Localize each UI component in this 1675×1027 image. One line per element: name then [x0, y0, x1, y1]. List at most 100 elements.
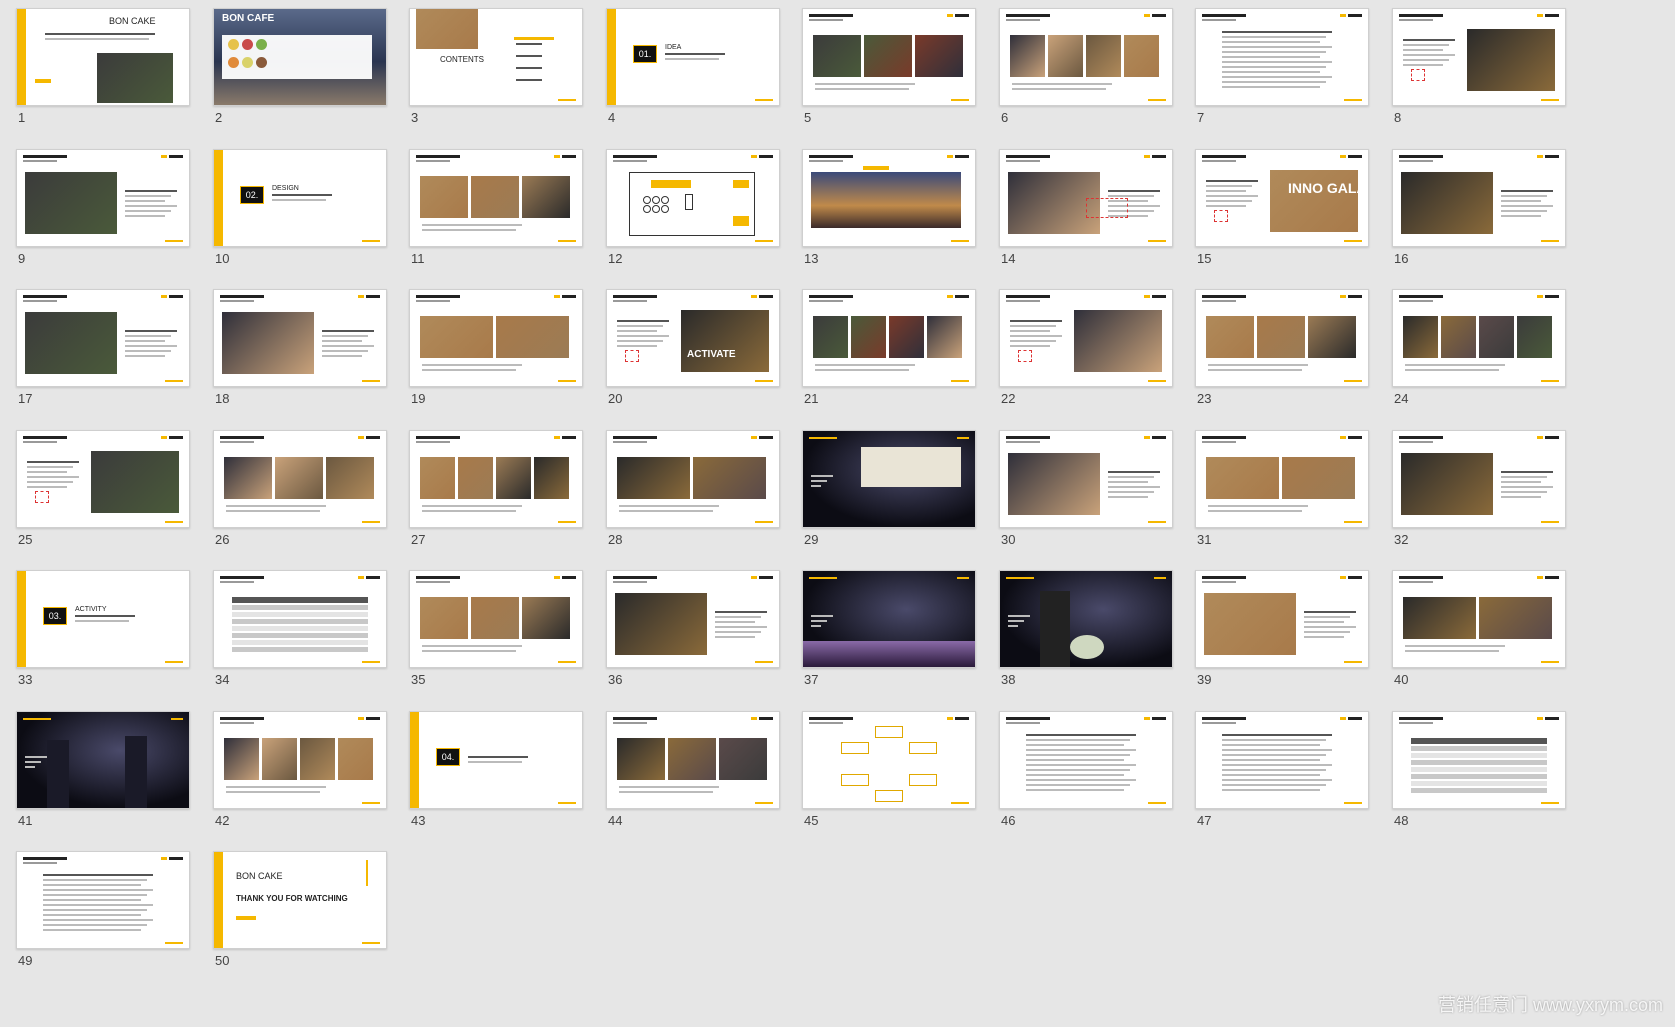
slide-thumbnail[interactable] [409, 570, 583, 668]
slide-thumbnail[interactable] [606, 430, 780, 528]
slide-thumbnail[interactable] [409, 149, 583, 247]
slide-thumbnail[interactable] [1195, 430, 1369, 528]
slide-thumbnail-cell[interactable]: ACTIVATE 20 [606, 289, 780, 406]
slide-thumbnail-cell[interactable]: 13 [802, 149, 976, 266]
slide-thumbnail-cell[interactable]: 19 [409, 289, 583, 406]
slide-thumbnail[interactable] [16, 711, 190, 809]
slide-thumbnail-cell[interactable]: 8 [1392, 8, 1566, 125]
slide-thumbnail-cell[interactable]: 29 [802, 430, 976, 547]
slide-thumbnail-cell[interactable]: BON CAFE 2 [213, 8, 387, 125]
slide-thumbnail-cell[interactable]: 25 [16, 430, 190, 547]
slide-thumbnail[interactable] [802, 430, 976, 528]
slide-thumbnail[interactable] [1392, 711, 1566, 809]
slide-thumbnail-cell[interactable]: 36 [606, 570, 780, 687]
slide-thumbnail-cell[interactable]: 35 [409, 570, 583, 687]
slide-thumbnail[interactable] [999, 570, 1173, 668]
slide-thumbnail-cell[interactable]: 49 [16, 851, 190, 968]
slide-thumbnail[interactable] [802, 8, 976, 106]
slide-thumbnail[interactable] [1392, 8, 1566, 106]
slide-thumbnail-cell[interactable]: 6 [999, 8, 1173, 125]
slide-thumbnail-cell[interactable]: 48 [1392, 711, 1566, 828]
slide-thumbnail[interactable] [1392, 149, 1566, 247]
slide-thumbnail[interactable] [999, 711, 1173, 809]
slide-thumbnail-cell[interactable]: 24 [1392, 289, 1566, 406]
slide-thumbnail-cell[interactable]: 21 [802, 289, 976, 406]
slide-thumbnail-cell[interactable]: 46 [999, 711, 1173, 828]
slide-thumbnail[interactable] [16, 289, 190, 387]
slide-thumbnail-cell[interactable]: 9 [16, 149, 190, 266]
slide-thumbnail-cell[interactable]: 42 [213, 711, 387, 828]
slide-thumbnail[interactable]: ACTIVATE [606, 289, 780, 387]
slide-thumbnail-cell[interactable]: INNO GALA 15 [1195, 149, 1369, 266]
slide-thumbnail-cell[interactable]: 39 [1195, 570, 1369, 687]
slide-thumbnail[interactable] [213, 711, 387, 809]
slide-thumbnail[interactable]: 01. IDEA [606, 8, 780, 106]
slide-thumbnail-cell[interactable]: 17 [16, 289, 190, 406]
slide-thumbnail[interactable] [802, 289, 976, 387]
slide-thumbnail[interactable] [1195, 711, 1369, 809]
slide-thumbnail[interactable] [999, 430, 1173, 528]
slide-thumbnail-cell[interactable]: 32 [1392, 430, 1566, 547]
slide-thumbnail[interactable] [1195, 289, 1369, 387]
slide-thumbnail[interactable] [213, 570, 387, 668]
slide-thumbnail-cell[interactable]: 03. ACTIVITY 33 [16, 570, 190, 687]
slide-thumbnail[interactable] [1195, 570, 1369, 668]
slide-thumbnail[interactable] [999, 8, 1173, 106]
slide-thumbnail[interactable] [16, 430, 190, 528]
slide-thumbnail-cell[interactable]: 7 [1195, 8, 1369, 125]
slide-thumbnail-cell[interactable]: 18 [213, 289, 387, 406]
slide-thumbnail[interactable] [999, 289, 1173, 387]
slide-thumbnail-cell[interactable]: 22 [999, 289, 1173, 406]
slide-thumbnail[interactable] [606, 149, 780, 247]
slide-thumbnail[interactable] [802, 711, 976, 809]
slide-thumbnail-cell[interactable]: 5 [802, 8, 976, 125]
slide-thumbnail-cell[interactable]: 45 [802, 711, 976, 828]
slide-thumbnail-cell[interactable]: 38 [999, 570, 1173, 687]
slide-thumbnail-cell[interactable]: CONTENTS 3 [409, 8, 583, 125]
slide-thumbnail[interactable]: BON CAFE [213, 8, 387, 106]
slide-thumbnail-cell[interactable]: 28 [606, 430, 780, 547]
slide-thumbnail[interactable]: 03. ACTIVITY [16, 570, 190, 668]
slide-thumbnail[interactable]: 02. DESIGN [213, 149, 387, 247]
slide-thumbnail-cell[interactable]: 44 [606, 711, 780, 828]
slide-thumbnail-cell[interactable]: 23 [1195, 289, 1369, 406]
slide-thumbnail-cell[interactable]: 34 [213, 570, 387, 687]
slide-thumbnail[interactable] [802, 149, 976, 247]
slide-thumbnail[interactable] [16, 851, 190, 949]
slide-thumbnail[interactable]: INNO GALA [1195, 149, 1369, 247]
slide-thumbnail-cell[interactable]: 30 [999, 430, 1173, 547]
slide-thumbnail[interactable] [606, 570, 780, 668]
slide-thumbnail[interactable] [409, 430, 583, 528]
slide-thumbnail[interactable] [999, 149, 1173, 247]
slide-thumbnail[interactable] [1392, 289, 1566, 387]
slide-thumbnail-cell[interactable]: 41 [16, 711, 190, 828]
slide-thumbnail[interactable] [213, 430, 387, 528]
slide-thumbnail-cell[interactable]: 26 [213, 430, 387, 547]
slide-thumbnail[interactable] [213, 289, 387, 387]
slide-thumbnail[interactable] [1195, 8, 1369, 106]
slide-thumbnail-cell[interactable]: 04. 43 [409, 711, 583, 828]
slide-thumbnail[interactable] [1392, 430, 1566, 528]
slide-thumbnail-cell[interactable]: 02. DESIGN 10 [213, 149, 387, 266]
slide-thumbnail[interactable] [802, 570, 976, 668]
slide-thumbnail[interactable] [606, 711, 780, 809]
slide-thumbnail[interactable]: 04. [409, 711, 583, 809]
slide-thumbnail-cell[interactable]: 14 [999, 149, 1173, 266]
slide-thumbnail-cell[interactable]: 37 [802, 570, 976, 687]
slide-thumbnail-cell[interactable]: 31 [1195, 430, 1369, 547]
slide-thumbnail[interactable] [409, 289, 583, 387]
slide-thumbnail[interactable] [16, 149, 190, 247]
slide-thumbnail-cell[interactable]: 40 [1392, 570, 1566, 687]
slide-thumbnail-cell[interactable]: BON CAKE THANK YOU FOR WATCHING 50 [213, 851, 387, 968]
slide-thumbnail-cell[interactable]: 01. IDEA 4 [606, 8, 780, 125]
slide-thumbnail[interactable]: BON CAKE [16, 8, 190, 106]
slide-thumbnail-cell[interactable]: 16 [1392, 149, 1566, 266]
slide-thumbnail[interactable] [1392, 570, 1566, 668]
slide-thumbnail[interactable]: BON CAKE THANK YOU FOR WATCHING [213, 851, 387, 949]
slide-thumbnail-cell[interactable]: 47 [1195, 711, 1369, 828]
slide-thumbnail-cell[interactable]: 27 [409, 430, 583, 547]
slide-thumbnail[interactable]: CONTENTS [409, 8, 583, 106]
slide-thumbnail-cell[interactable]: BON CAKE 1 [16, 8, 190, 125]
slide-thumbnail-cell[interactable]: 12 [606, 149, 780, 266]
slide-thumbnail-cell[interactable]: 11 [409, 149, 583, 266]
